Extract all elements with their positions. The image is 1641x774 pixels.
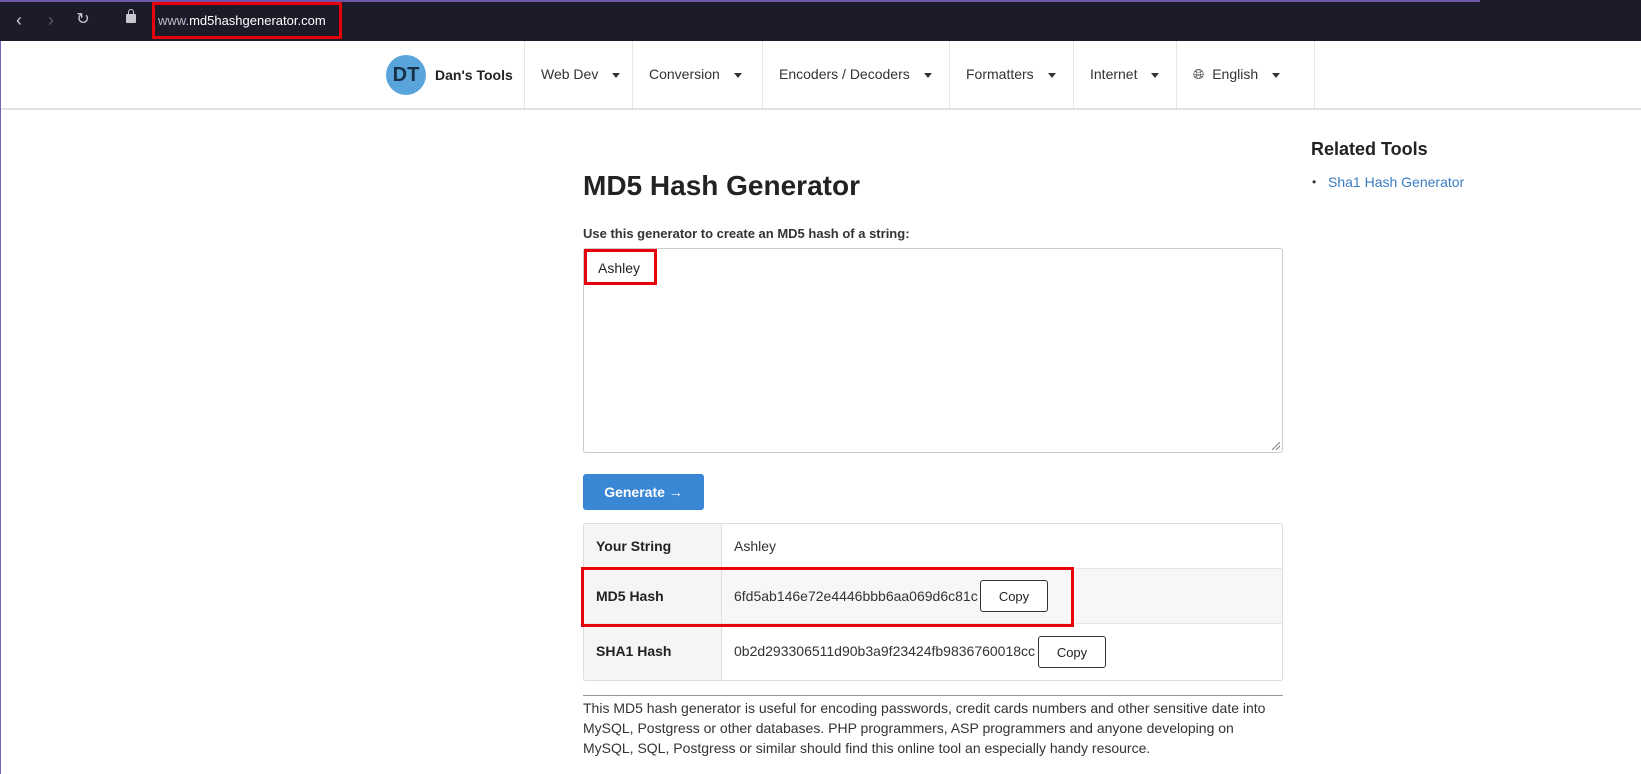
chevron-down-icon	[1272, 72, 1281, 78]
menu-label: Formatters	[966, 66, 1034, 82]
chevron-down-icon	[1151, 72, 1160, 78]
description-text: This MD5 hash generator is useful for en…	[583, 700, 1266, 756]
generate-button[interactable]: Generate →	[583, 474, 704, 510]
bullet-icon: •	[1312, 175, 1317, 189]
chevron-down-icon	[733, 72, 742, 78]
row-label-cell: Your String	[584, 524, 722, 568]
table-row: Your String Ashley	[584, 524, 1282, 568]
your-string-value: Ashley	[734, 538, 777, 554]
menu-encoders-decoders[interactable]: Encoders / Decoders	[762, 41, 949, 108]
row-label-cell: SHA1 Hash	[584, 624, 722, 680]
menu-label: Web Dev	[541, 66, 599, 82]
site-header: DT Dan's Tools Web Dev Conversion Encode…	[1, 41, 1641, 110]
menu-language[interactable]: 🌐︎ English	[1176, 41, 1314, 108]
browser-toolbar: ‹ › ↻ www.md5hashgenerator.com	[0, 0, 1641, 41]
menu-divider	[1314, 41, 1315, 108]
chevron-down-icon	[1047, 72, 1056, 78]
sha1-hash-value: 0b2d293306511d90b3a9f23424fb9836760018cc	[734, 643, 1036, 659]
md5-highlight-box	[581, 567, 1074, 627]
menu-label: Conversion	[649, 66, 720, 82]
chevron-down-icon	[612, 72, 621, 78]
string-input-textarea[interactable]	[583, 248, 1283, 453]
logo-text[interactable]: Dan's Tools	[435, 67, 513, 83]
intro-label: Use this generator to create an MD5 hash…	[583, 226, 910, 241]
menu-conversion[interactable]: Conversion	[632, 41, 762, 108]
page-title: MD5 Hash Generator	[583, 170, 860, 201]
input-highlight-box	[584, 249, 657, 285]
logo-avatar[interactable]: DT	[386, 55, 426, 95]
lock-icon	[126, 9, 136, 23]
menu-web-dev[interactable]: Web Dev	[524, 41, 632, 108]
menu-label: English	[1212, 66, 1259, 82]
menu-formatters[interactable]: Formatters	[949, 41, 1073, 108]
table-row: SHA1 Hash 0b2d293306511d90b3a9f23424fb98…	[584, 623, 1282, 680]
menu-internet[interactable]: Internet	[1073, 41, 1176, 108]
divider	[583, 695, 1283, 696]
back-arrow-icon[interactable]: ‹	[8, 9, 30, 31]
menu-label: Internet	[1090, 66, 1138, 82]
chevron-down-icon	[923, 72, 932, 78]
globe-icon: 🌐︎	[1193, 66, 1205, 82]
menu-label: Encoders / Decoders	[779, 66, 910, 82]
related-tools-title: Related Tools	[1311, 139, 1428, 159]
forward-arrow-icon[interactable]: ›	[40, 9, 62, 31]
resize-grip-icon[interactable]	[1272, 442, 1280, 450]
row-label: SHA1 Hash	[596, 643, 672, 659]
reload-icon[interactable]: ↻	[72, 9, 94, 31]
link-sha1-hash-generator[interactable]: Sha1 Hash Generator	[1328, 174, 1464, 190]
url-highlight-box	[152, 2, 342, 39]
window-left-border	[0, 41, 1, 774]
copy-sha1-button[interactable]: Copy	[1038, 636, 1106, 668]
row-label: Your String	[596, 538, 672, 554]
